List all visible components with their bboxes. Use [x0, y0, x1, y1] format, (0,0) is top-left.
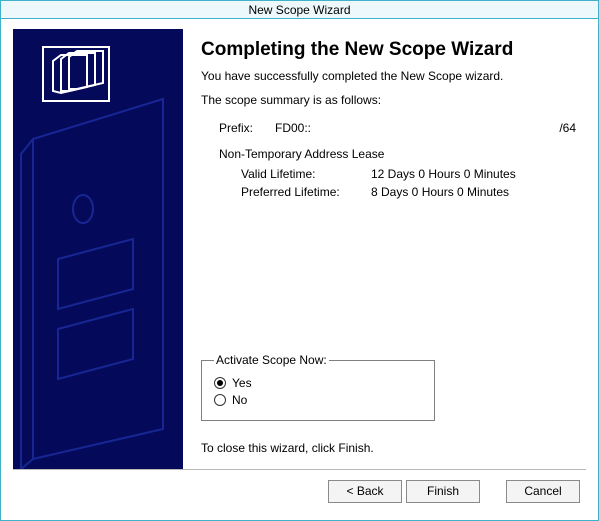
nav-buttons: < Back Finish [328, 480, 480, 503]
sidebar-art [13, 29, 183, 469]
activate-yes-option[interactable]: Yes [214, 376, 424, 390]
wizard-window: New Scope Wizard [0, 0, 599, 521]
client-area: Completing the New Scope Wizard You have… [1, 19, 598, 520]
window-title: New Scope Wizard [248, 3, 350, 17]
preferred-lifetime-label: Preferred Lifetime: [241, 183, 371, 201]
activate-scope-group: Activate Scope Now: Yes No [201, 353, 435, 421]
preferred-lifetime-row: Preferred Lifetime: 8 Days 0 Hours 0 Min… [241, 183, 576, 201]
activate-scope-legend: Activate Scope Now: [214, 353, 329, 367]
close-instruction: To close this wizard, click Finish. [201, 441, 576, 455]
body-row: Completing the New Scope Wizard You have… [13, 29, 586, 469]
finish-button[interactable]: Finish [406, 480, 480, 503]
activate-yes-label: Yes [232, 376, 252, 390]
main-panel: Completing the New Scope Wizard You have… [183, 29, 586, 469]
radio-icon [214, 394, 226, 406]
radio-icon [214, 377, 226, 389]
prefix-row: Prefix: FD00:: /64 [219, 121, 576, 135]
page-title: Completing the New Scope Wizard [201, 39, 576, 61]
title-bar: New Scope Wizard [1, 1, 598, 19]
preferred-lifetime-value: 8 Days 0 Hours 0 Minutes [371, 183, 576, 201]
wizard-sidebar [13, 29, 183, 469]
prefix-label: Prefix: [219, 121, 275, 135]
button-bar: < Back Finish Cancel [13, 469, 586, 512]
activate-no-option[interactable]: No [214, 393, 424, 407]
valid-lifetime-row: Valid Lifetime: 12 Days 0 Hours 0 Minute… [241, 165, 576, 183]
valid-lifetime-value: 12 Days 0 Hours 0 Minutes [371, 165, 576, 183]
page-subtext: You have successfully completed the New … [201, 69, 576, 83]
prefix-mask: /64 [536, 121, 576, 135]
valid-lifetime-label: Valid Lifetime: [241, 165, 371, 183]
cancel-button[interactable]: Cancel [506, 480, 580, 503]
summary-intro: The scope summary is as follows: [201, 93, 576, 107]
back-button[interactable]: < Back [328, 480, 402, 503]
lease-block: Non-Temporary Address Lease Valid Lifeti… [219, 147, 576, 201]
activate-no-label: No [232, 393, 247, 407]
lease-title: Non-Temporary Address Lease [219, 147, 576, 161]
prefix-value: FD00:: [275, 121, 536, 135]
